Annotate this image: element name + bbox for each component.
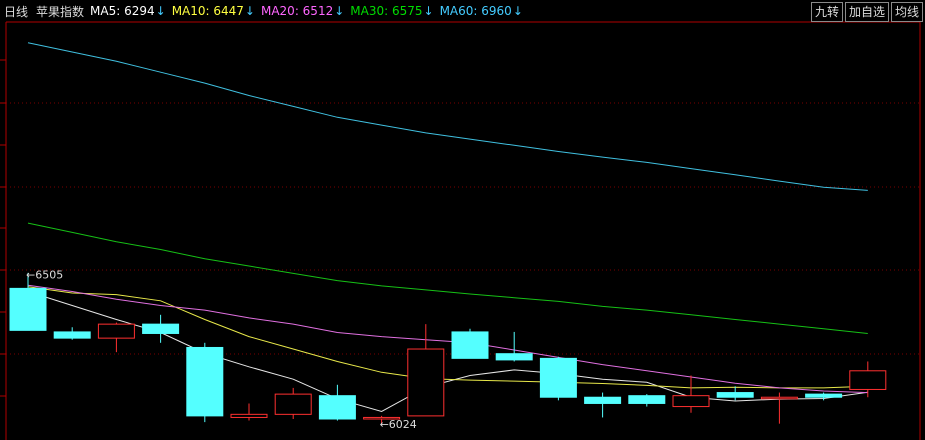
ma-legend-item: MA20: 6512↓ <box>261 4 344 18</box>
moving-average-button[interactable]: 均线 <box>890 2 923 22</box>
instrument-name: 苹果指数 <box>36 4 85 19</box>
down-arrow-icon: ↓ <box>334 4 345 18</box>
chart-toolbar: 九转 加自选 均线 <box>810 2 923 22</box>
ma-legend-label: MA20: 6512 <box>260 4 334 18</box>
down-arrow-icon: ↓ <box>512 4 523 18</box>
candle-body-down <box>451 331 489 359</box>
ma-legend-item: MA5: 6294↓ <box>90 4 166 18</box>
ma-line-ma30 <box>27 222 868 334</box>
ma-legend-item: MA30: 6575↓ <box>350 4 433 18</box>
candle-body-up <box>760 396 798 400</box>
ma-line-ma60 <box>27 42 868 191</box>
candle-body-down <box>584 396 622 404</box>
period-label: 日线 <box>4 4 29 19</box>
candle-body-up <box>274 393 312 415</box>
candle-body-up <box>97 323 135 339</box>
candle-body-up <box>849 370 887 390</box>
candle-body-down <box>628 395 666 404</box>
candle-body-down <box>495 353 533 361</box>
candlestick-chart[interactable]: ←6505 ←6024 <box>0 0 925 440</box>
candle-body-down <box>53 331 91 339</box>
ma-legend: MA5: 6294↓ MA10: 6447↓ MA20: 6512↓ MA30: 65… <box>84 4 523 18</box>
ma-legend-label: MA30: 6575 <box>350 4 423 18</box>
candle-body-up <box>407 348 445 417</box>
nine-turn-button[interactable]: 九转 <box>810 2 843 22</box>
ma-legend-item: MA10: 6447↓ <box>172 4 255 18</box>
add-watchlist-button[interactable]: 加自选 <box>844 2 889 22</box>
candle-body-down <box>805 393 843 398</box>
price-marker-label: ←6505 <box>26 268 63 281</box>
down-arrow-icon: ↓ <box>244 4 255 18</box>
candle-body-down <box>318 395 356 420</box>
candle-body-down <box>186 346 224 417</box>
candle-body-down <box>539 357 577 398</box>
ma-legend-label: MA60: 6960 <box>439 4 512 18</box>
ma-line-ma20 <box>27 284 868 394</box>
down-arrow-icon: ↓ <box>423 4 434 18</box>
ma-legend-item: MA60: 6960↓ <box>440 4 523 18</box>
candle-body-down <box>716 392 754 398</box>
kline-chart-panel: ←6505 ←6024 日线 苹果指数 MA5: 6294↓ MA10: 6447↓… <box>0 0 925 440</box>
ma-line-ma10 <box>27 286 868 389</box>
price-marker-label: ←6024 <box>380 418 417 431</box>
candle-body-down <box>9 287 47 331</box>
ma-legend-label: MA10: 6447 <box>171 4 244 18</box>
chart-header: 日线 苹果指数 MA5: 6294↓ MA10: 6447↓ MA20: 6512↓… <box>0 0 925 22</box>
candle-body-up <box>230 413 268 418</box>
candle-body-down <box>142 323 180 334</box>
down-arrow-icon: ↓ <box>155 4 166 18</box>
candle-body-up <box>672 395 710 408</box>
ma-legend-label: MA5: 6294 <box>90 4 155 18</box>
